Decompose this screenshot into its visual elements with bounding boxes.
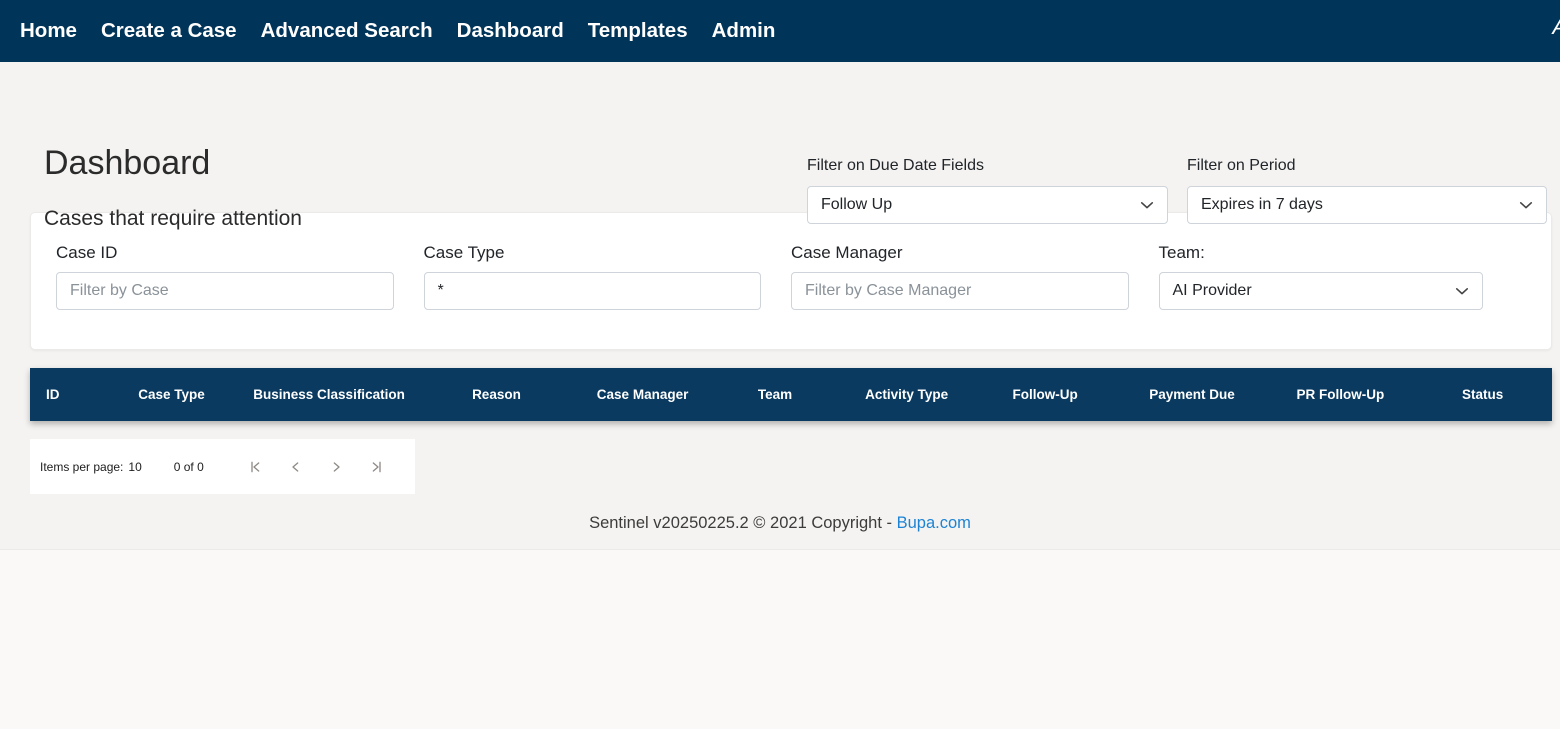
column-header-id[interactable]: ID bbox=[30, 387, 103, 402]
dashboard-page: Home Create a Case Advanced Search Dashb… bbox=[0, 0, 1560, 729]
due-date-filter-value: Follow Up bbox=[821, 196, 892, 214]
case-id-label: Case ID bbox=[56, 243, 394, 263]
table-paginator: Items per page: 10 0 of 0 bbox=[30, 439, 415, 494]
header-row: Dashboard Cases that require attention F… bbox=[0, 62, 1560, 212]
items-per-page-label: Items per page: bbox=[40, 460, 123, 474]
column-header-follow-up[interactable]: Follow-Up bbox=[974, 387, 1117, 402]
column-header-business-classification[interactable]: Business Classification bbox=[240, 387, 418, 402]
case-type-input[interactable] bbox=[424, 272, 762, 310]
team-label: Team: bbox=[1159, 243, 1484, 263]
nav-item-dashboard[interactable]: Dashboard bbox=[445, 0, 576, 62]
paginator-range-text: 0 of 0 bbox=[174, 460, 204, 474]
case-id-input[interactable] bbox=[56, 272, 394, 310]
paginator-buttons bbox=[236, 447, 396, 487]
nav-item-advanced-search[interactable]: Advanced Search bbox=[249, 0, 445, 62]
column-header-activity-type[interactable]: Activity Type bbox=[840, 387, 974, 402]
period-filter-value: Expires in 7 days bbox=[1201, 196, 1323, 214]
period-filter-select[interactable]: Expires in 7 days bbox=[1187, 186, 1547, 224]
content-area: Dashboard Cases that require attention F… bbox=[0, 62, 1560, 550]
column-header-pr-follow-up[interactable]: PR Follow-Up bbox=[1267, 387, 1413, 402]
top-navbar: Home Create a Case Advanced Search Dashb… bbox=[0, 0, 1560, 62]
footer: Sentinel v20250225.2 © 2021 Copyright - … bbox=[0, 514, 1560, 533]
period-filter-label: Filter on Period bbox=[1187, 157, 1547, 175]
team-select-value: AI Provider bbox=[1173, 282, 1252, 300]
chevron-down-icon bbox=[1140, 198, 1154, 212]
case-id-field-group: Case ID bbox=[56, 243, 424, 310]
previous-page-icon[interactable] bbox=[276, 447, 316, 487]
nav-item-home[interactable]: Home bbox=[8, 0, 89, 62]
column-header-reason[interactable]: Reason bbox=[418, 387, 575, 402]
column-header-team[interactable]: Team bbox=[710, 387, 839, 402]
chevron-down-icon bbox=[1455, 284, 1469, 298]
team-field-group: Team: AI Provider bbox=[1159, 243, 1527, 310]
last-page-icon[interactable] bbox=[356, 447, 396, 487]
column-header-case-manager[interactable]: Case Manager bbox=[575, 387, 710, 402]
cases-table-header: ID Case Type Business Classification Rea… bbox=[30, 368, 1552, 421]
column-header-payment-due[interactable]: Payment Due bbox=[1117, 387, 1268, 402]
nav-item-templates[interactable]: Templates bbox=[576, 0, 700, 62]
first-page-icon[interactable] bbox=[236, 447, 276, 487]
items-per-page-select[interactable]: 10 bbox=[128, 460, 141, 474]
case-type-label: Case Type bbox=[424, 243, 762, 263]
case-filter-card: Case ID Case Type Case Manager Team: AI … bbox=[30, 212, 1552, 350]
due-date-filter-select[interactable]: Follow Up bbox=[807, 186, 1168, 224]
filter-due-date-fields: Filter on Due Date Fields Follow Up bbox=[807, 157, 1168, 224]
case-type-field-group: Case Type bbox=[424, 243, 792, 310]
case-manager-field-group: Case Manager bbox=[791, 243, 1159, 310]
nav-item-create-a-case[interactable]: Create a Case bbox=[89, 0, 249, 62]
footer-version-text: Sentinel v20250225.2 © 2021 Copyright - bbox=[589, 514, 897, 532]
next-page-icon[interactable] bbox=[316, 447, 356, 487]
team-select[interactable]: AI Provider bbox=[1159, 272, 1484, 310]
footer-bupa-link[interactable]: Bupa.com bbox=[897, 514, 971, 532]
page-subtitle: Cases that require attention bbox=[44, 207, 302, 231]
due-date-filter-label: Filter on Due Date Fields bbox=[807, 157, 1168, 175]
column-header-case-type[interactable]: Case Type bbox=[103, 387, 240, 402]
nav-user-partial-text: A bbox=[1552, 14, 1560, 40]
case-manager-input[interactable] bbox=[791, 272, 1129, 310]
nav-item-admin[interactable]: Admin bbox=[700, 0, 788, 62]
case-manager-label: Case Manager bbox=[791, 243, 1129, 263]
page-title: Dashboard bbox=[44, 144, 210, 183]
chevron-down-icon bbox=[1519, 198, 1533, 212]
filter-period: Filter on Period Expires in 7 days bbox=[1187, 157, 1547, 224]
column-header-status[interactable]: Status bbox=[1413, 387, 1552, 402]
